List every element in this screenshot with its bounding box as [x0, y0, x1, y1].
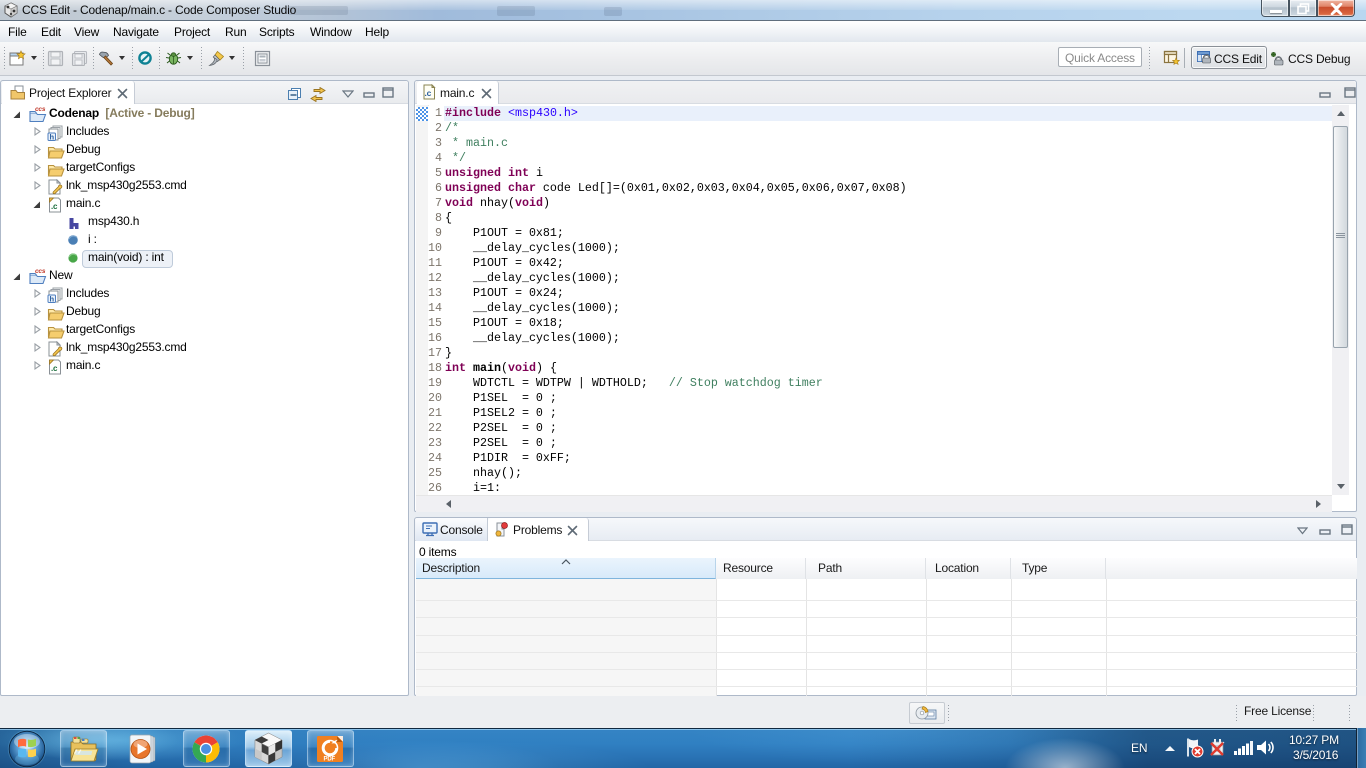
svg-text:.c: .c	[425, 88, 432, 98]
svg-text:ccs: ccs	[35, 268, 46, 275]
svg-text:h: h	[50, 133, 55, 142]
svg-text:.c: .c	[51, 364, 58, 373]
svg-text:h: h	[50, 295, 55, 304]
svg-text:PDF: PDF	[324, 757, 336, 763]
svg-text:ccs: ccs	[35, 106, 46, 113]
svg-text:.c: .c	[51, 202, 58, 211]
